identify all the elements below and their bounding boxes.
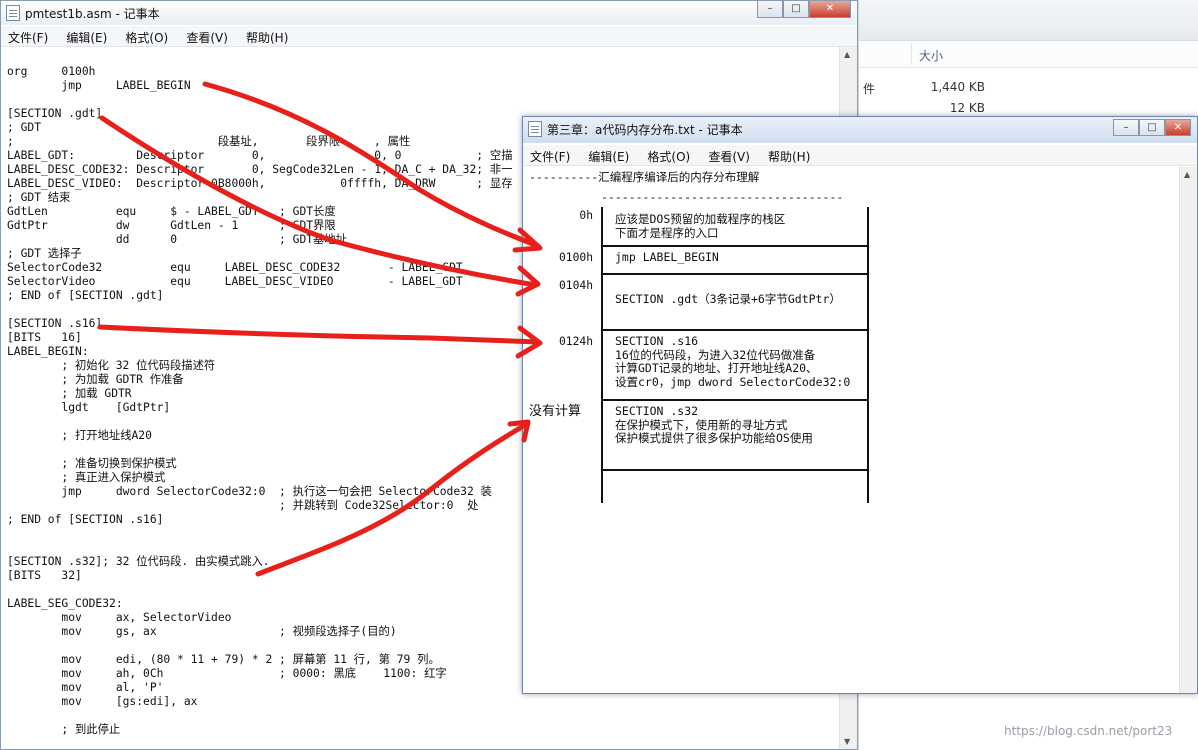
memory-region-description: SECTION .gdt（3条记录+6字节GdtPtr） <box>615 292 841 306</box>
menu-view[interactable]: 查看(V) <box>179 26 234 46</box>
file-size: 12 KB <box>949 101 985 115</box>
memory-row-divider <box>601 399 869 401</box>
menu-help[interactable]: 帮助(H) <box>239 26 294 46</box>
memory-table-right-border <box>867 207 869 503</box>
memory-row-divider <box>601 469 869 471</box>
memory-region-description: SECTION .s16 16位的代码段，为进入32位代码做准备 计算GDT记录… <box>615 334 851 389</box>
menu-help[interactable]: 帮助(H) <box>761 145 816 165</box>
memory-address-label: 没有计算 <box>529 404 582 419</box>
caption-buttons: – □ ✕ <box>757 1 851 19</box>
menu-format[interactable]: 格式(O) <box>118 26 174 46</box>
window-title: pmtest1b.asm - 记事本 <box>25 7 160 21</box>
column-size-label[interactable]: 大小 <box>919 47 943 64</box>
scroll-up-arrow-icon[interactable]: ▲ <box>844 50 850 59</box>
scroll-down-arrow-icon[interactable]: ▼ <box>844 737 850 746</box>
notepad-icon <box>6 5 20 21</box>
file-row-fragment: 件 <box>863 82 876 96</box>
memory-address-label: 0100h <box>558 251 593 264</box>
menu-file[interactable]: 文件(F) <box>1 26 54 46</box>
memory-table-top-dashes: ----------------------------------- <box>601 190 844 204</box>
code-line: mov [gs:edi], ax <box>7 695 198 708</box>
text-editor-area[interactable]: ----------汇编程序编译后的内存分布理解 ---------------… <box>529 169 1175 683</box>
code-line: org 0100h <box>7 65 96 78</box>
memory-address-label: 0124h <box>558 335 593 348</box>
title-bar[interactable]: pmtest1b.asm - 记事本 – □ ✕ <box>1 1 857 25</box>
notepad-window-memory-layout[interactable]: 第三章：a代码内存分布.txt - 记事本 – □ ✕ 文件(F) 编辑(E) … <box>522 116 1198 694</box>
menu-edit[interactable]: 编辑(E) <box>581 145 635 165</box>
memory-region-description: SECTION .s32 在保护模式下，使用新的寻址方式 保护模式提供了很多保护… <box>615 404 813 445</box>
explorer-toolbar <box>859 0 1198 41</box>
menu-view[interactable]: 查看(V) <box>701 145 756 165</box>
memory-region-description: jmp LABEL_BEGIN <box>615 250 719 264</box>
menu-bar: 文件(F) 编辑(E) 格式(O) 查看(V) 帮助(H) <box>523 145 1197 166</box>
notepad-icon <box>528 121 542 137</box>
memory-address-label: 0h <box>579 209 593 222</box>
file-row[interactable]: 12 KB <box>859 99 1198 117</box>
watermark-text: https://blog.csdn.net/port23 <box>1004 724 1173 738</box>
vertical-scrollbar[interactable]: ▲ <box>1179 167 1197 693</box>
maximize-button[interactable]: □ <box>783 1 809 18</box>
code-line: ; 到此停止 <box>7 723 121 736</box>
menu-edit[interactable]: 编辑(E) <box>59 26 113 46</box>
memory-row-divider <box>601 273 869 275</box>
caption-buttons: – □ ✕ <box>1113 119 1191 137</box>
explorer-column-header[interactable]: 大小 <box>859 41 1198 68</box>
menu-file[interactable]: 文件(F) <box>523 145 576 165</box>
memory-layout-heading: ----------汇编程序编译后的内存分布理解 <box>529 170 760 184</box>
memory-row-divider <box>601 329 869 331</box>
menu-bar: 文件(F) 编辑(E) 格式(O) 查看(V) 帮助(H) <box>1 26 857 47</box>
column-separator <box>911 43 912 65</box>
file-size: 1,440 KB <box>930 80 985 94</box>
window-title: 第三章：a代码内存分布.txt - 记事本 <box>547 123 743 137</box>
close-button[interactable]: ✕ <box>809 1 851 18</box>
memory-row-divider <box>601 245 869 247</box>
memory-table-left-border <box>601 207 603 503</box>
minimize-button[interactable]: – <box>757 1 783 18</box>
maximize-button[interactable]: □ <box>1139 119 1165 136</box>
title-bar[interactable]: 第三章：a代码内存分布.txt - 记事本 – □ ✕ <box>523 117 1197 143</box>
minimize-button[interactable]: – <box>1113 119 1139 136</box>
memory-address-label: 0104h <box>558 279 593 292</box>
menu-format[interactable]: 格式(O) <box>640 145 696 165</box>
close-button[interactable]: ✕ <box>1165 119 1191 136</box>
memory-region-description: 应该是DOS预留的加载程序的栈区 下面才是程序的入口 <box>615 212 786 240</box>
scroll-up-arrow-icon[interactable]: ▲ <box>1184 170 1190 179</box>
file-row[interactable]: 件 1,440 KB <box>859 78 1198 96</box>
code-line: jmp LABEL_BEGIN <box>7 79 191 92</box>
